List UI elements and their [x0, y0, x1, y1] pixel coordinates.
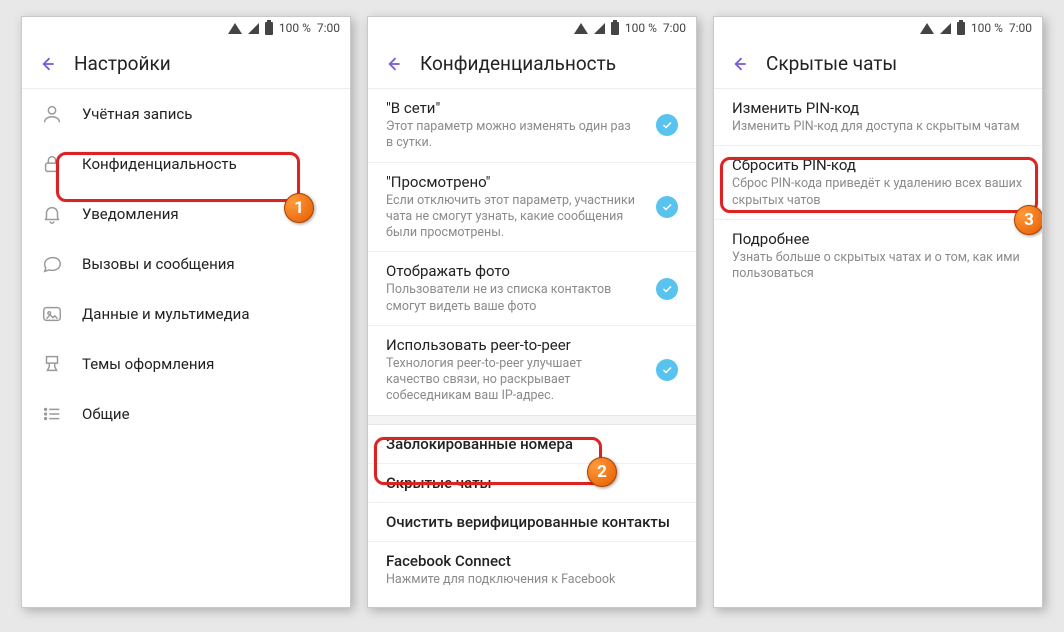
settings-item-privacy[interactable]: Конфиденциальность: [22, 139, 350, 189]
page-title: Скрытые чаты: [766, 52, 897, 75]
hidden-chats-list: Изменить PIN-код Изменить PIN-код для до…: [714, 89, 1042, 607]
item-title: Подробнее: [732, 230, 1024, 248]
item-sub: Этот параметр можно изменять один раз в …: [386, 119, 638, 152]
item-blocked[interactable]: Заблокированные номера: [368, 425, 696, 464]
page-title: Конфиденциальность: [420, 52, 616, 75]
item-facebook[interactable]: Facebook Connect Нажмите для подключения…: [368, 542, 696, 598]
toggle-p2p[interactable]: Использовать peer-to-peer Технология pee…: [368, 326, 696, 415]
settings-item-themes[interactable]: Темы оформления: [22, 339, 350, 389]
check-icon[interactable]: [656, 196, 678, 218]
titlebar: Скрытые чаты: [714, 39, 1042, 89]
item-label: Данные и мультимедиа: [82, 305, 332, 323]
media-icon: [40, 302, 64, 326]
back-arrow-icon[interactable]: [380, 51, 406, 77]
item-label: Конфиденциальность: [82, 155, 332, 173]
settings-item-notifications[interactable]: Уведомления: [22, 189, 350, 239]
wifi-icon: [574, 23, 588, 34]
settings-item-calls[interactable]: Вызовы и сообщения: [22, 239, 350, 289]
item-title: Использовать peer-to-peer: [386, 336, 638, 354]
battery-text: 100 %: [625, 21, 657, 35]
status-bar: 100 % 7:00: [714, 17, 1042, 39]
settings-item-media[interactable]: Данные и мультимедиа: [22, 289, 350, 339]
item-sub: Узнать больше о скрытых чатах и о том, к…: [732, 250, 1024, 283]
settings-list: Учётная запись Конфиденциальность Уведом…: [22, 89, 350, 607]
screen-settings: 100 % 7:00 Настройки Учётная запись Конф…: [21, 16, 351, 608]
item-title: Сбросить PIN-код: [732, 156, 1024, 174]
screen-privacy: 100 % 7:00 Конфиденциальность "В сети" Э…: [367, 16, 697, 608]
toggle-photo[interactable]: Отображать фото Пользователи не из списк…: [368, 252, 696, 326]
status-time: 7:00: [663, 21, 686, 35]
item-label: Уведомления: [82, 205, 332, 223]
item-label: Учётная запись: [82, 105, 332, 123]
signal-icon: [594, 23, 605, 34]
toggle-online[interactable]: "В сети" Этот параметр можно изменять од…: [368, 89, 696, 163]
item-sub: Технология peer-to-peer улучшает качеств…: [386, 356, 638, 405]
item-clear-verified[interactable]: Очистить верифицированные контакты: [368, 503, 696, 542]
battery-text: 100 %: [971, 21, 1003, 35]
item-hidden-chats[interactable]: Скрытые чаты: [368, 464, 696, 503]
item-more[interactable]: Подробнее Узнать больше о скрытых чатах …: [714, 220, 1042, 293]
item-title: Отображать фото: [386, 262, 638, 280]
item-sub: Нажмите для подключения к Facebook: [386, 572, 678, 588]
settings-item-account[interactable]: Учётная запись: [22, 89, 350, 139]
signal-icon: [940, 23, 951, 34]
item-sub: Если отключить этот параметр, участники …: [386, 193, 638, 242]
item-sub: Пользователи не из списка контактов смог…: [386, 282, 638, 315]
check-icon[interactable]: [656, 114, 678, 136]
status-time: 7:00: [1009, 21, 1032, 35]
item-title: Скрытые чаты: [386, 474, 678, 492]
item-sub: Сброс PIN-кода приведёт к удалению всех …: [732, 176, 1024, 209]
user-icon: [40, 102, 64, 126]
signal-icon: [248, 23, 259, 34]
brush-icon: [40, 352, 64, 376]
item-label: Общие: [82, 405, 332, 423]
check-icon[interactable]: [656, 359, 678, 381]
item-title: Заблокированные номера: [386, 435, 678, 453]
item-title: Очистить верифицированные контакты: [386, 513, 678, 531]
screen-hidden-chats: 100 % 7:00 Скрытые чаты Изменить PIN-код…: [713, 16, 1043, 608]
wifi-icon: [228, 23, 242, 34]
item-title: "Просмотрено": [386, 173, 638, 191]
item-title: Facebook Connect: [386, 552, 678, 570]
privacy-list: "В сети" Этот параметр можно изменять од…: [368, 89, 696, 607]
back-arrow-icon[interactable]: [34, 51, 60, 77]
section-gap: [368, 415, 696, 425]
toggle-seen[interactable]: "Просмотрено" Если отключить этот параме…: [368, 163, 696, 253]
back-arrow-icon[interactable]: [726, 51, 752, 77]
battery-icon: [611, 22, 619, 35]
status-bar: 100 % 7:00: [22, 17, 350, 39]
item-sub: Изменить PIN-код для доступа к скрытым ч…: [732, 119, 1024, 135]
wifi-icon: [920, 23, 934, 34]
chat-icon: [40, 252, 64, 276]
item-title: "В сети": [386, 99, 638, 117]
item-title: Изменить PIN-код: [732, 99, 1024, 117]
battery-icon: [265, 22, 273, 35]
page-title: Настройки: [74, 52, 171, 75]
bell-icon: [40, 202, 64, 226]
battery-text: 100 %: [279, 21, 311, 35]
item-label: Вызовы и сообщения: [82, 255, 332, 273]
status-time: 7:00: [317, 21, 340, 35]
battery-icon: [957, 22, 965, 35]
settings-item-general[interactable]: Общие: [22, 389, 350, 439]
list-icon: [40, 402, 64, 426]
titlebar: Конфиденциальность: [368, 39, 696, 89]
lock-icon: [40, 152, 64, 176]
check-icon[interactable]: [656, 278, 678, 300]
item-change-pin[interactable]: Изменить PIN-код Изменить PIN-код для до…: [714, 89, 1042, 146]
item-label: Темы оформления: [82, 355, 332, 373]
status-bar: 100 % 7:00: [368, 17, 696, 39]
titlebar: Настройки: [22, 39, 350, 89]
item-reset-pin[interactable]: Сбросить PIN-код Сброс PIN-кода приведёт…: [714, 146, 1042, 220]
